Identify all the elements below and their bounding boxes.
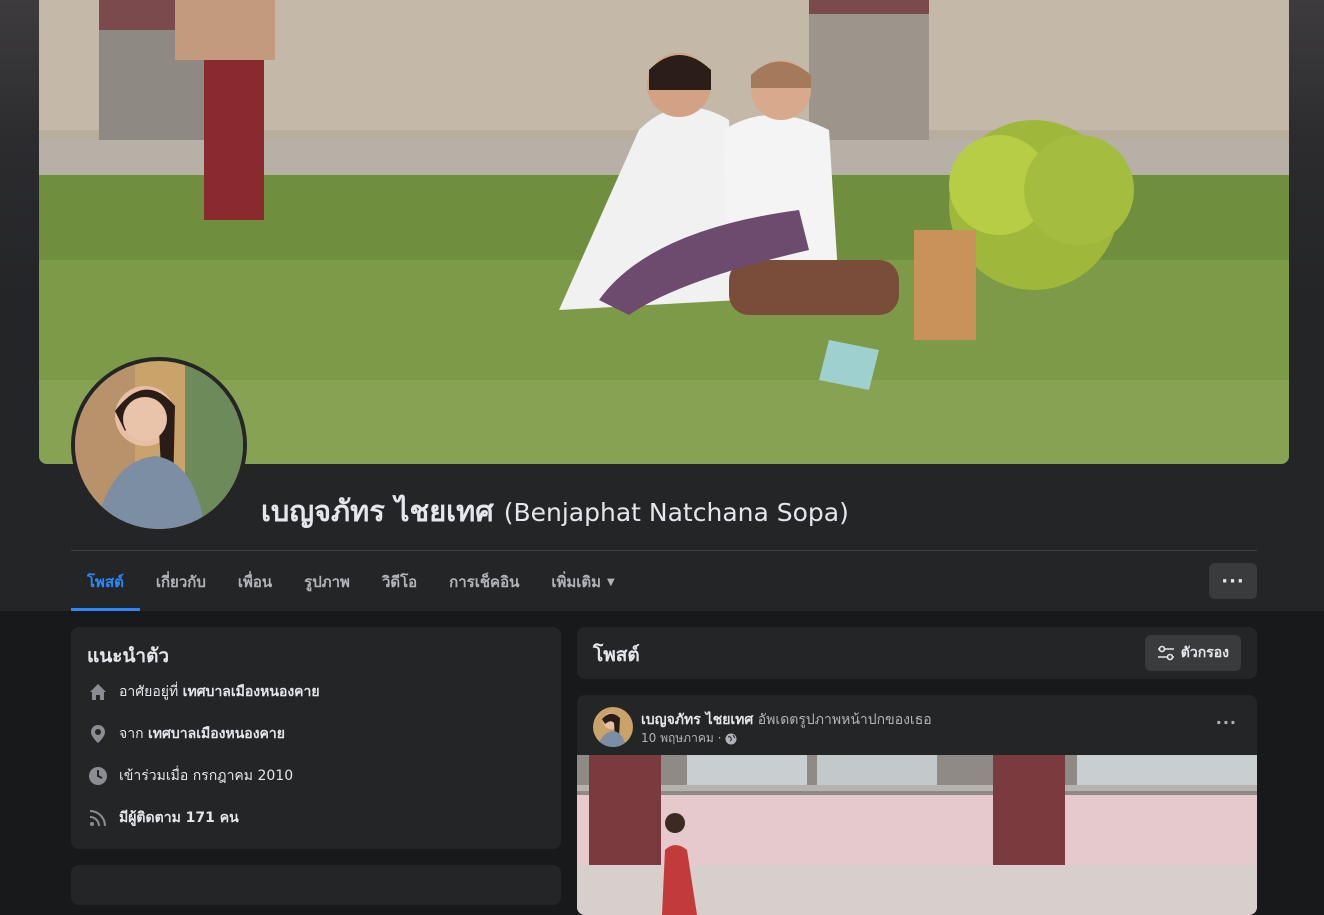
post-action: อัพเดตรูปภาพหน้าปกของเธอ: [757, 712, 932, 728]
tab-videos[interactable]: วิดีโอ: [366, 556, 433, 608]
secondary-card: [71, 865, 561, 905]
tab-videos-label: วิดีโอ: [381, 573, 418, 591]
post-author-line: เบญจภัทร ไชยเทศ อัพเดตรูปภาพหน้าปกของเธอ: [641, 709, 932, 731]
profile-more-button[interactable]: ···: [1209, 563, 1257, 599]
intro-lives-link[interactable]: เทศบาลเมืองหนองคาย: [183, 681, 320, 703]
intro-card: แนะนำตัว อาศัยอยู่ที่ เทศบาลเมืองหนองคาย…: [71, 627, 561, 849]
intro-followers: มีผู้ติดตาม 171 คน: [87, 807, 239, 829]
tab-more-label: เพิ่มเติม: [551, 573, 602, 591]
header-divider: [71, 550, 1257, 551]
post-meta: 10 พฤษภาคม ·: [641, 729, 737, 748]
home-icon: [87, 681, 109, 703]
filter-icon: [1157, 645, 1175, 661]
profile-name-alternate: (Benjaphat Natchana Sopa): [503, 498, 849, 527]
intro-from-prefix: จาก: [119, 726, 144, 742]
post-date[interactable]: 10 พฤษภาคม ·: [641, 729, 721, 748]
post-photo-image: [577, 755, 1257, 915]
caret-down-icon: ▼: [607, 576, 615, 588]
profile-avatar-image: [75, 361, 243, 529]
intro-joined-text: เข้าร่วมเมื่อ กรกฎาคม 2010: [119, 768, 294, 784]
post-card: เบญจภัทร ไชยเทศ อัพเดตรูปภาพหน้าปกของเธอ…: [577, 695, 1257, 915]
tab-checkins[interactable]: การเช็คอิน: [433, 556, 535, 608]
tab-about[interactable]: เกี่ยวกับ: [140, 556, 222, 608]
filter-button[interactable]: ตัวกรอง: [1144, 635, 1241, 671]
intro-lives-prefix: อาศัยอยู่ที่: [119, 684, 179, 700]
tab-photos[interactable]: รูปภาพ: [288, 556, 366, 608]
posts-title: โพสต์: [593, 644, 640, 666]
post-author-name[interactable]: เบญจภัทร ไชยเทศ: [641, 712, 753, 728]
tab-about-label: เกี่ยวกับ: [155, 573, 206, 591]
tab-friends[interactable]: เพื่อน: [222, 556, 288, 608]
tab-posts-label: โพสต์: [87, 573, 124, 591]
intro-lives-in: อาศัยอยู่ที่ เทศบาลเมืองหนองคาย: [87, 681, 320, 703]
filter-label: ตัวกรอง: [1180, 645, 1229, 661]
post-author-avatar[interactable]: [593, 707, 633, 747]
posts-header-card: โพสต์ ตัวกรอง: [577, 627, 1257, 679]
post-photo[interactable]: [577, 755, 1257, 915]
profile-name: เบญจภัทร ไชยเทศ (Benjaphat Natchana Sopa…: [261, 488, 849, 534]
clock-icon: [87, 765, 109, 787]
post-avatar-image: [593, 707, 633, 747]
intro-from: จาก เทศบาลเมืองหนองคาย: [87, 723, 285, 745]
rss-icon: [87, 807, 109, 829]
intro-from-link[interactable]: เทศบาลเมืองหนองคาย: [148, 723, 285, 745]
intro-joined: เข้าร่วมเมื่อ กรกฎาคม 2010: [87, 765, 293, 787]
tab-photos-label: รูปภาพ: [304, 573, 350, 591]
intro-title: แนะนำตัว: [87, 645, 170, 667]
location-pin-icon: [87, 723, 109, 745]
tab-checkins-label: การเช็คอิน: [449, 573, 520, 591]
intro-followers-text[interactable]: มีผู้ติดตาม 171 คน: [119, 807, 239, 829]
tab-more[interactable]: เพิ่มเติม ▼: [535, 556, 630, 608]
profile-tabs: โพสต์ เกี่ยวกับ เพื่อน รูปภาพ วิดีโอ การ…: [71, 556, 631, 611]
post-menu-button[interactable]: ···: [1216, 713, 1237, 732]
tab-friends-label: เพื่อน: [237, 573, 273, 591]
globe-icon: [725, 733, 737, 745]
tab-posts[interactable]: โพสต์: [71, 556, 140, 611]
profile-name-primary: เบญจภัทร ไชยเทศ: [261, 494, 494, 528]
profile-avatar[interactable]: [75, 361, 243, 529]
